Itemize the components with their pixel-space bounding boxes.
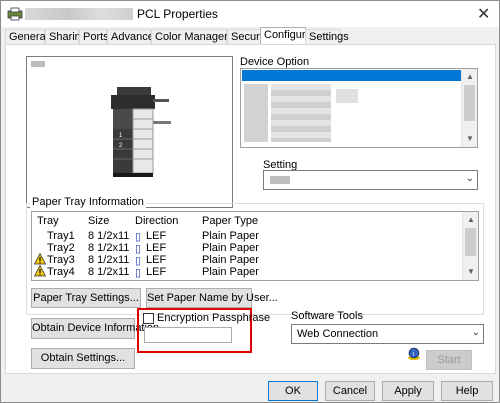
configure-panel: 1 2 Device Option ▲ ▼ Setting ⌄ Paper Tr…: [5, 44, 496, 374]
tray-direction: LEF: [146, 254, 167, 266]
warning-icon: [34, 253, 46, 265]
help-button[interactable]: Help: [441, 381, 493, 401]
tab-color-management[interactable]: Color Management: [151, 29, 249, 44]
set-paper-name-button[interactable]: Set Paper Name by User...: [146, 288, 278, 308]
header-size: Size: [88, 215, 110, 227]
scroll-thumb[interactable]: [464, 85, 475, 121]
tray-size: 8 1/2x11: [88, 230, 130, 242]
scroll-down-icon[interactable]: ▼: [463, 264, 479, 280]
printer-illustration: 1 2: [111, 87, 171, 177]
tray-size: 8 1/2x11: [88, 242, 130, 254]
device-option-scrollbar[interactable]: ▲ ▼: [461, 69, 477, 147]
info-icon: i: [408, 347, 420, 360]
apply-button[interactable]: Apply: [382, 381, 434, 401]
title-bar: PCL Properties ✕: [1, 1, 499, 27]
printer-name-redacted: [25, 8, 133, 20]
tray-name: Tray4: [47, 266, 75, 278]
table-row[interactable]: Tray1 8 1/2x11 ▯ LEF Plain Paper: [32, 230, 462, 243]
paper-tray-settings-button[interactable]: Paper Tray Settings...: [31, 288, 141, 308]
paper-direction-icon: ▯: [135, 267, 142, 279]
setting-dropdown[interactable]: ⌄: [263, 170, 478, 190]
device-option-extra-redacted: [336, 89, 358, 103]
device-option-label: Device Option: [240, 56, 310, 68]
device-option-list[interactable]: ▲ ▼: [240, 68, 478, 148]
obtain-device-information-button[interactable]: Obtain Device Information: [31, 318, 159, 339]
paper-tray-info-label: Paper Tray Information: [30, 196, 146, 208]
printer-properties-window: PCL Properties ✕ General Sharing Ports A…: [0, 0, 500, 403]
table-header: Tray Size Direction Paper Type: [32, 215, 462, 227]
tray-paper-type: Plain Paper: [202, 254, 259, 266]
paper-tray-table: Tray Size Direction Paper Type Tray1 8 1…: [31, 211, 479, 281]
tab-security[interactable]: Security: [227, 29, 271, 44]
scroll-up-icon[interactable]: ▲: [463, 212, 479, 228]
scroll-down-icon[interactable]: ▼: [462, 131, 478, 147]
scroll-thumb[interactable]: [465, 228, 476, 256]
tray-paper-type: Plain Paper: [202, 266, 259, 278]
obtain-settings-button[interactable]: Obtain Settings...: [31, 348, 135, 369]
header-direction: Direction: [135, 215, 179, 227]
tray-size: 8 1/2x11: [88, 266, 130, 278]
device-option-selected-row[interactable]: [242, 70, 461, 81]
device-option-values-redacted: [271, 84, 331, 142]
header-tray: Tray: [37, 215, 59, 227]
chevron-down-icon: ⌄: [471, 327, 480, 338]
software-tools-value: Web Connection: [297, 328, 379, 340]
encryption-passphrase-label: Encryption Passphrase: [157, 312, 271, 324]
model-name-redacted: [31, 61, 45, 67]
tray-direction: LEF: [146, 242, 167, 254]
window-title: PCL Properties: [137, 7, 218, 21]
tray-name: Tray2: [47, 242, 75, 254]
tab-general[interactable]: General: [5, 29, 48, 44]
close-icon[interactable]: ✕: [477, 4, 490, 24]
tab-ports[interactable]: Ports: [79, 29, 109, 44]
software-tools-dropdown[interactable]: Web Connection ⌄: [291, 324, 484, 344]
warning-icon: [34, 265, 46, 277]
tray-size: 8 1/2x11: [88, 254, 130, 266]
tray-name: Tray3: [47, 254, 75, 266]
start-button[interactable]: Start: [426, 350, 472, 370]
encryption-passphrase-checkbox[interactable]: [143, 313, 154, 324]
tab-configure[interactable]: Configure: [260, 27, 312, 45]
tray-table-scrollbar[interactable]: ▲ ▼: [462, 212, 478, 280]
ok-button[interactable]: OK: [268, 381, 318, 401]
table-row[interactable]: Tray2 8 1/2x11 ▯ LEF Plain Paper: [32, 242, 462, 255]
table-row[interactable]: Tray3 8 1/2x11 ▯ LEF Plain Paper: [32, 253, 462, 267]
software-tools-label: Software Tools: [291, 310, 363, 322]
table-row[interactable]: Tray4 8 1/2x11 ▯ LEF Plain Paper: [32, 265, 462, 279]
tray-name: Tray1: [47, 230, 75, 242]
tray-paper-type: Plain Paper: [202, 230, 259, 242]
scroll-up-icon[interactable]: ▲: [462, 69, 478, 85]
tray-paper-type: Plain Paper: [202, 242, 259, 254]
tray-direction: LEF: [146, 266, 167, 278]
printer-app-icon: [7, 7, 23, 21]
tab-settings[interactable]: Settings: [305, 29, 349, 44]
setting-value-redacted: [270, 176, 290, 184]
tab-advanced[interactable]: Advanced: [107, 29, 160, 44]
tray-direction: LEF: [146, 230, 167, 242]
header-paper-type: Paper Type: [202, 215, 259, 227]
passphrase-input[interactable]: [144, 327, 232, 343]
chevron-down-icon: ⌄: [465, 173, 474, 184]
cancel-button[interactable]: Cancel: [325, 381, 375, 401]
device-option-items-redacted: [244, 84, 268, 142]
tab-sharing[interactable]: Sharing: [45, 29, 87, 44]
printer-preview: 1 2: [26, 56, 233, 208]
